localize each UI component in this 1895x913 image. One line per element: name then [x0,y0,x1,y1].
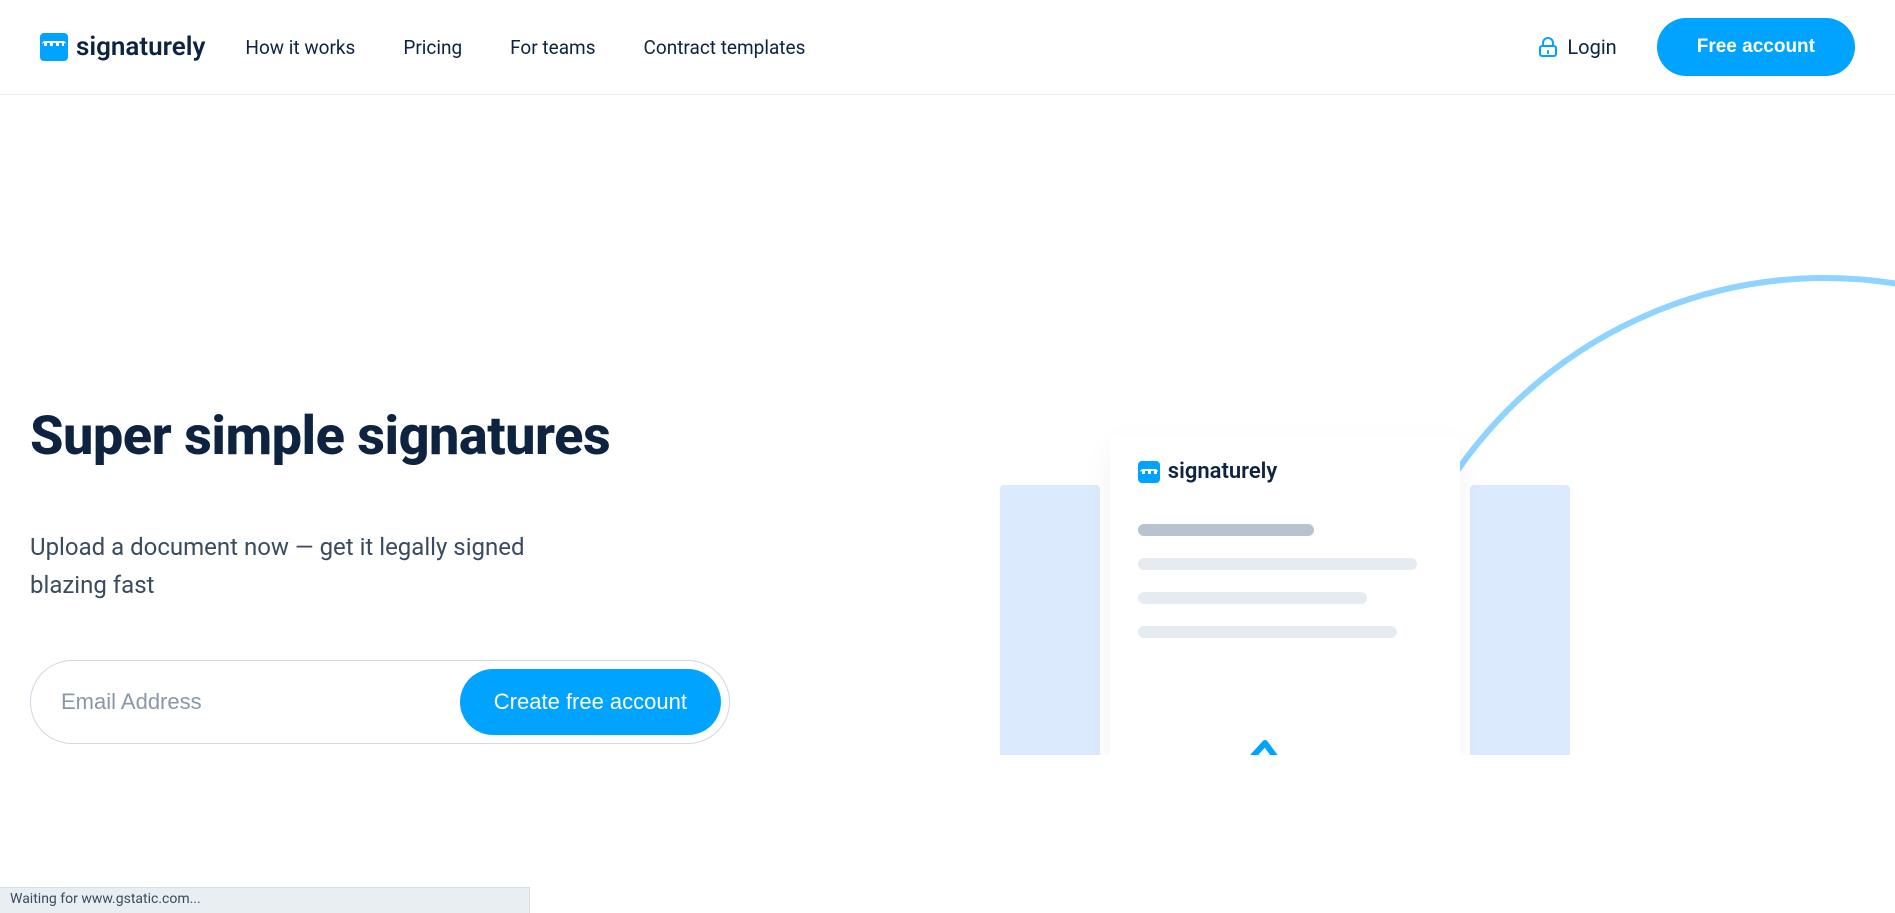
nav-for-teams[interactable]: For teams [510,36,595,59]
document-card: signaturely [1110,435,1460,755]
login-label: Login [1567,35,1616,59]
hero-illustration: signaturely [1000,95,1895,755]
hero-content: Super simple signatures Upload a documen… [30,95,1000,755]
hero-subtitle: Upload a document now — get it legally s… [30,528,590,605]
document-card-logo: signaturely [1138,459,1432,484]
hero-section: Super simple signatures Upload a documen… [0,95,1895,755]
email-input[interactable] [61,689,460,715]
placeholder-bar [1138,524,1314,536]
site-header: signaturely How it works Pricing For tea… [0,0,1895,95]
brand-name: signaturely [76,32,205,62]
placeholder-bar [1138,626,1397,638]
create-free-account-button[interactable]: Create free account [460,669,721,735]
signup-form: Create free account [30,660,730,744]
nav-pricing[interactable]: Pricing [403,36,462,59]
login-link[interactable]: Login [1539,35,1616,59]
placeholder-bar [1138,592,1367,604]
brand-logo-icon [40,33,68,61]
browser-status-bar: Waiting for www.gstatic.com... [0,887,530,913]
brand-logo-icon [1138,461,1160,483]
document-card-brand: signaturely [1168,459,1278,484]
lock-icon [1539,37,1557,57]
primary-nav: How it works Pricing For teams Contract … [245,36,805,59]
signature-icon [1240,735,1310,755]
nav-contract-templates[interactable]: Contract templates [644,36,806,59]
free-account-button[interactable]: Free account [1657,18,1855,76]
status-text: Waiting for www.gstatic.com... [10,891,201,907]
decorative-panel-left [1000,485,1100,755]
placeholder-bar [1138,558,1417,570]
brand-logo[interactable]: signaturely [40,32,205,62]
nav-how-it-works[interactable]: How it works [245,36,355,59]
decorative-panel-right [1470,485,1570,755]
hero-title: Super simple signatures [30,405,1000,468]
